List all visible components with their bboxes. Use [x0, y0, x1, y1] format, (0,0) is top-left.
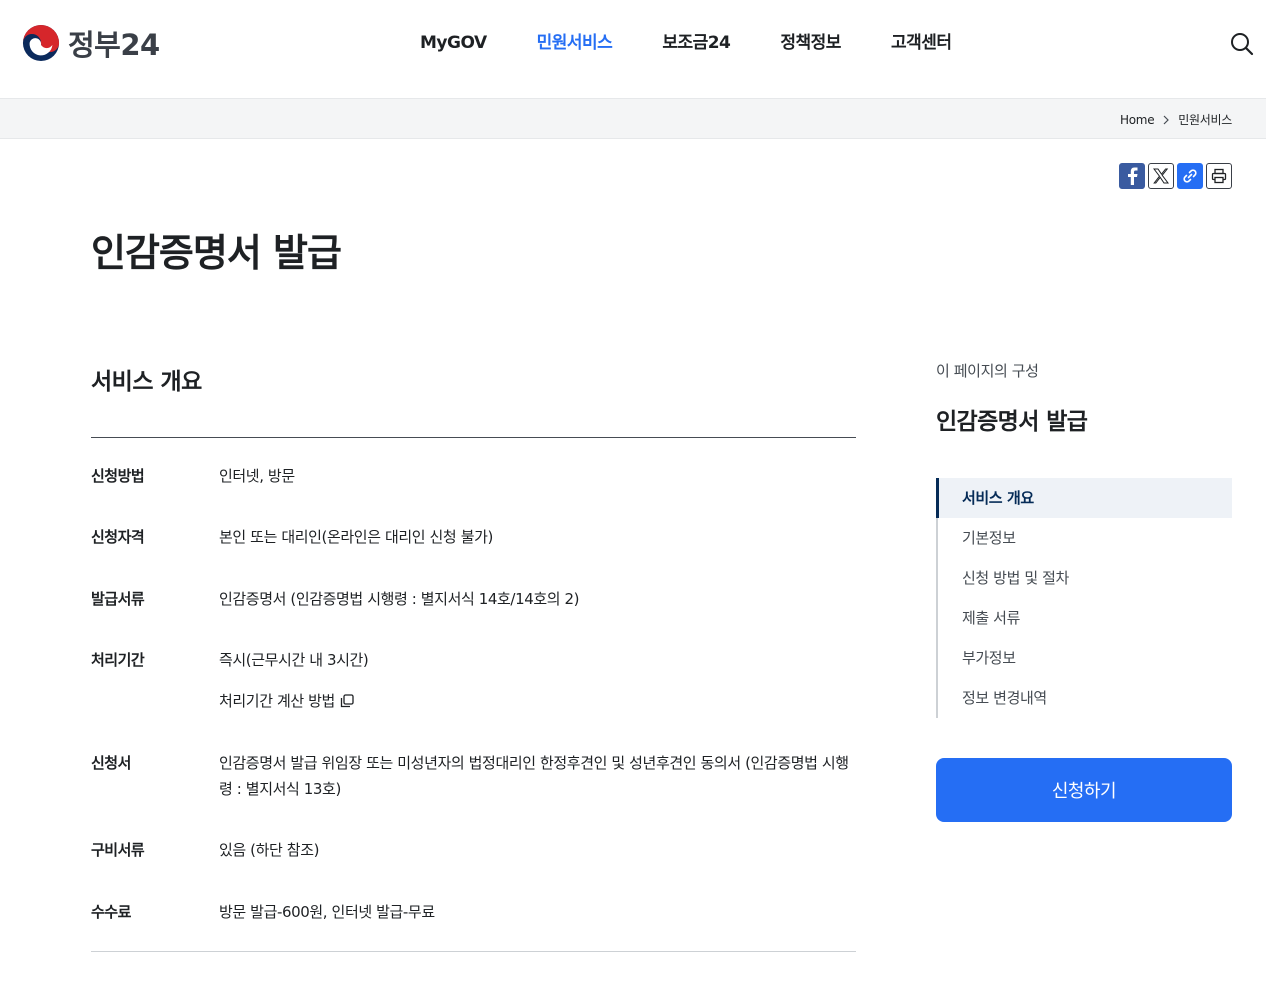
processing-time-calc-link[interactable]: 처리기간 계산 방법 [219, 688, 355, 714]
info-row-method: 신청방법 인터넷, 방문 [91, 463, 856, 489]
x-share-button[interactable] [1148, 163, 1174, 189]
nav-item-customer-center[interactable]: 고객센터 [891, 30, 952, 56]
share-toolbar [1119, 163, 1232, 189]
breadcrumb-home[interactable]: Home [1120, 113, 1155, 127]
info-label: 구비서류 [91, 841, 145, 859]
printer-icon [1211, 168, 1227, 184]
apply-button[interactable]: 신청하기 [936, 758, 1232, 822]
toc-item-submission-documents[interactable]: 제출 서류 [938, 598, 1232, 638]
nav-item-civil-service[interactable]: 민원서비스 [537, 30, 613, 56]
print-button[interactable] [1206, 163, 1232, 189]
info-row-fee: 수수료 방문 발급-600원, 인터넷 발급-무료 [91, 899, 856, 925]
nav-item-mygov[interactable]: MyGOV [420, 30, 487, 56]
main-nav: MyGOV 민원서비스 보조금24 정책정보 고객센터 [420, 30, 1002, 56]
page-toc: 서비스 개요 기본정보 신청 방법 및 절차 제출 서류 부가정보 정보 변경내… [936, 478, 1232, 718]
nav-item-policy-info[interactable]: 정책정보 [780, 30, 841, 56]
nav-item-subsidy24[interactable]: 보조금24 [662, 30, 731, 56]
info-label: 신청자격 [91, 528, 145, 546]
info-value: 방문 발급-600원, 인터넷 발급-무료 [219, 903, 435, 921]
info-label: 처리기간 [91, 651, 145, 669]
toc-item-change-history[interactable]: 정보 변경내역 [938, 678, 1232, 718]
facebook-icon [1128, 167, 1138, 185]
taegeuk-logo-icon [22, 24, 60, 62]
info-value: 인감증명서 발급 위임장 또는 미성년자의 법정대리인 한정후견인 및 성년후견… [219, 754, 849, 798]
info-value: 즉시(근무시간 내 3시간) [219, 651, 369, 669]
link-icon [1183, 169, 1197, 183]
toc-item-basic-info[interactable]: 기본정보 [938, 518, 1232, 558]
info-label: 수수료 [91, 903, 131, 921]
chevron-right-icon [1163, 115, 1170, 124]
sidebar-title: 인감증명서 발급 [936, 409, 1088, 435]
info-value: 인터넷, 방문 [219, 467, 295, 485]
copy-link-button[interactable] [1177, 163, 1203, 189]
info-label: 신청방법 [91, 467, 145, 485]
breadcrumb-bar: Home 민원서비스 [0, 98, 1266, 139]
info-label: 발급서류 [91, 590, 145, 608]
toc-item-overview[interactable]: 서비스 개요 [936, 478, 1232, 518]
info-row-required-documents: 구비서류 있음 (하단 참조) [91, 837, 856, 863]
overview-info-list: 신청방법 인터넷, 방문 신청자격 본인 또는 대리인(온라인은 대리인 신청 … [91, 437, 856, 952]
x-logo-icon [1153, 168, 1169, 184]
new-window-icon [340, 694, 354, 708]
info-value: 본인 또는 대리인(온라인은 대리인 신청 불가) [219, 528, 493, 546]
toc-item-application-procedure[interactable]: 신청 방법 및 절차 [938, 558, 1232, 598]
info-row-documents-issued: 발급서류 인감증명서 (인감증명법 시행령 : 별지서식 14호/14호의 2) [91, 586, 856, 612]
section-title-overview: 서비스 개요 [91, 369, 202, 395]
info-value: 인감증명서 (인감증명법 시행령 : 별지서식 14호/14호의 2) [219, 590, 580, 608]
logo-text: 정부24 [68, 28, 160, 62]
info-row-processing-time: 처리기간 즉시(근무시간 내 3시간) 처리기간 계산 방법 [91, 647, 856, 714]
breadcrumb-current[interactable]: 민원서비스 [1178, 111, 1232, 128]
info-label: 신청서 [91, 754, 131, 772]
facebook-share-button[interactable] [1119, 163, 1145, 189]
page-title: 인감증명서 발급 [91, 231, 342, 275]
info-value-group: 즉시(근무시간 내 3시간) 처리기간 계산 방법 [219, 647, 849, 714]
info-value: 있음 (하단 참조) [219, 841, 320, 859]
site-header: 정부24 MyGOV 민원서비스 보조금24 정책정보 고객센터 [0, 0, 1266, 98]
logo[interactable]: 정부24 [22, 22, 160, 64]
processing-time-calc-label: 처리기간 계산 방법 [219, 692, 335, 710]
info-row-eligibility: 신청자격 본인 또는 대리인(온라인은 대리인 신청 불가) [91, 524, 856, 550]
breadcrumb: Home 민원서비스 [1120, 111, 1232, 128]
search-icon[interactable] [1228, 30, 1256, 58]
info-row-application-form: 신청서 인감증명서 발급 위임장 또는 미성년자의 법정대리인 한정후견인 및 … [91, 750, 856, 802]
sidebar-caption: 이 페이지의 구성 [936, 362, 1039, 380]
toc-item-additional-info[interactable]: 부가정보 [938, 638, 1232, 678]
